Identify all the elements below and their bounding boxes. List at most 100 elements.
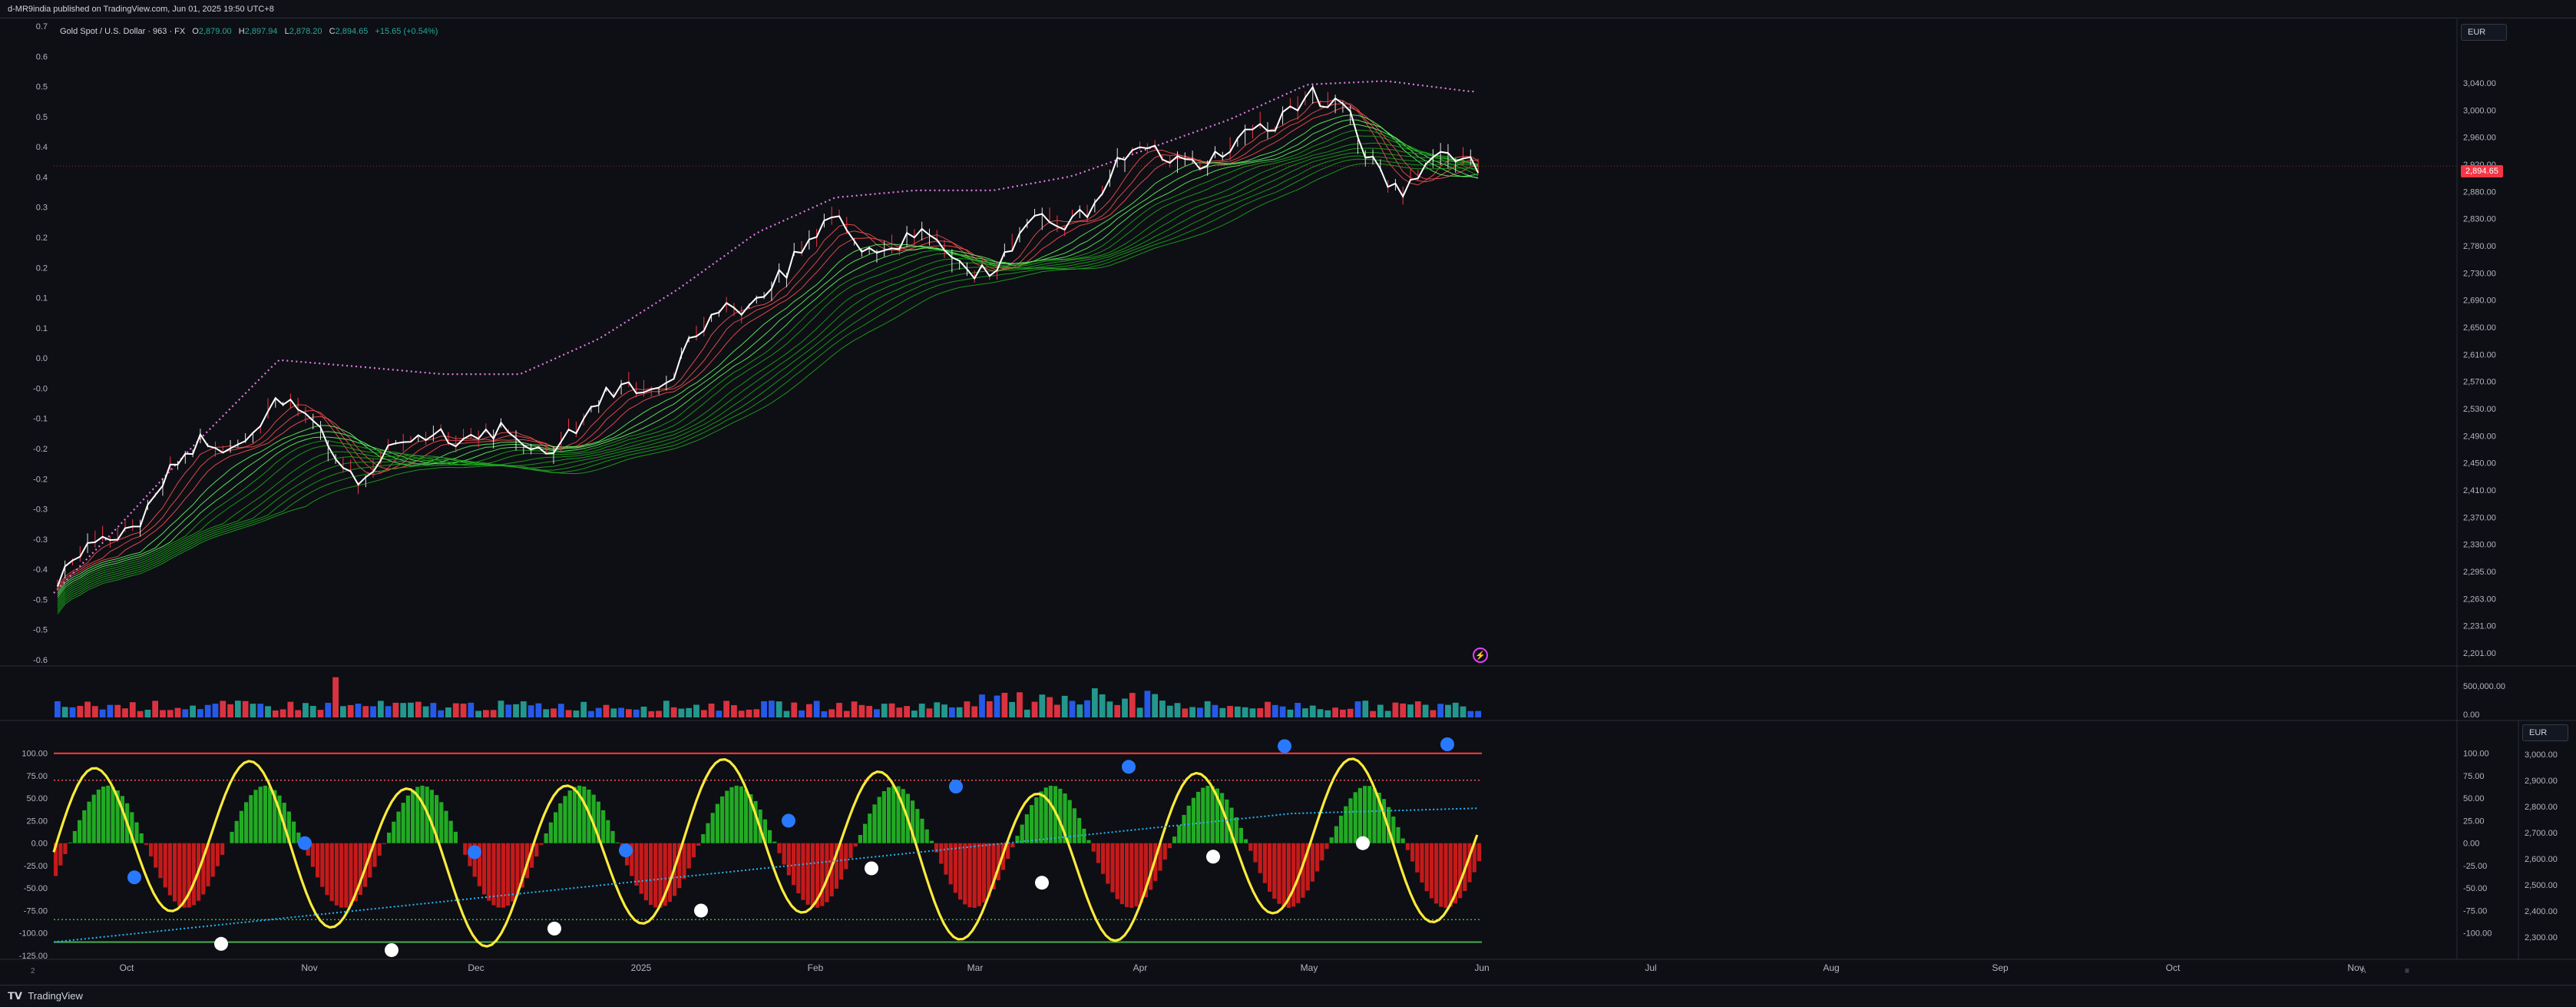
osc-right-tick: -50.00	[2463, 884, 2487, 893]
histogram-bar	[1177, 826, 1181, 843]
histogram-bar	[1129, 843, 1133, 908]
histogram-bar	[782, 843, 786, 865]
histogram-bar	[563, 796, 567, 843]
histogram-bar	[701, 834, 705, 843]
histogram-bar	[1272, 843, 1276, 899]
right-axis-tick: 2,295.00	[2463, 568, 2496, 577]
volume-bar	[310, 706, 316, 717]
histogram-bar	[1058, 789, 1062, 843]
left-axis-tick: 0.7	[36, 22, 48, 31]
right-axis-tick: 2,410.00	[2463, 486, 2496, 495]
histogram-bar	[744, 790, 748, 843]
histogram-bar	[158, 843, 162, 878]
volume-bar	[1272, 705, 1278, 717]
histogram-bar	[1268, 843, 1271, 892]
histogram-bar	[325, 843, 329, 895]
log-scale-icon[interactable]: ≡	[2405, 967, 2409, 976]
volume-bar	[806, 704, 812, 717]
volume-bar	[949, 707, 955, 717]
histogram-bar	[316, 843, 319, 878]
volume-bar	[1445, 705, 1451, 717]
histogram-bar	[554, 812, 557, 843]
histogram-bar	[140, 833, 144, 843]
osc-left-tick: -25.00	[24, 862, 48, 871]
sell-signal-dot	[385, 943, 398, 957]
right-axis-tick: 2,490.00	[2463, 432, 2496, 441]
symbol-legend: Gold Spot / U.S. Dollar · 963 · FX O2,87…	[60, 27, 438, 36]
osc-right-tick: 25.00	[2463, 817, 2485, 826]
histogram-bar	[1192, 798, 1195, 843]
volume-bar	[1227, 706, 1233, 717]
histogram-bar	[1253, 843, 1257, 863]
volume-bar	[1287, 710, 1293, 717]
volume-bar	[1377, 705, 1384, 717]
volume-bar	[1205, 701, 1211, 717]
histogram-bar	[1248, 843, 1252, 851]
osc-left-tick: -100.00	[19, 929, 48, 939]
volume-bar	[1032, 702, 1038, 717]
volume-bar	[1137, 707, 1143, 717]
volume-bar	[513, 704, 519, 717]
lightning-glyph: ⚡	[1475, 651, 1486, 661]
volume-bar	[701, 710, 707, 717]
change-value: +15.65 (+0.54%)	[375, 27, 438, 36]
histogram-bar	[696, 843, 700, 846]
histogram-bar	[244, 802, 248, 843]
histogram-bar	[1101, 843, 1105, 874]
osc-left-tick: -125.00	[19, 952, 48, 961]
histogram-bar	[501, 843, 505, 908]
volume-bar	[671, 707, 677, 717]
histogram-bar	[1439, 843, 1443, 907]
close-value: 2,894.65	[336, 27, 369, 36]
left-axis-tick: -0.1	[33, 415, 48, 424]
sell-signal-dot	[694, 903, 708, 917]
histogram-bar	[1211, 786, 1215, 843]
histogram-bar	[1348, 798, 1352, 843]
histogram-bar	[1134, 843, 1138, 906]
volume-axis-tick: 500,000.00	[2463, 682, 2505, 691]
histogram-bar	[872, 804, 876, 843]
high-value: 2,897.94	[245, 27, 278, 36]
histogram-bar	[1244, 840, 1248, 843]
last-price-flag: 2,894.65	[2461, 165, 2503, 177]
currency-selector-oscillator[interactable]: EUR	[2522, 724, 2568, 741]
histogram-bar	[801, 843, 805, 900]
left-axis-tick: -0.0	[33, 384, 48, 393]
osc-far-right-tick: 2,500.00	[2525, 881, 2558, 890]
volume-bar	[603, 705, 610, 717]
left-axis-tick: 0.1	[36, 324, 48, 333]
open-value: 2,879.00	[199, 27, 232, 36]
volume-bar	[430, 703, 436, 717]
volume-bar	[1340, 710, 1346, 717]
histogram-bar	[277, 796, 281, 843]
left-axis-tick: 0.1	[36, 294, 48, 303]
buy-signal-dot	[127, 870, 141, 884]
histogram-bar	[497, 843, 501, 908]
histogram-bar	[777, 843, 781, 853]
histogram-bar	[177, 843, 181, 906]
volume-bar	[152, 701, 158, 717]
volume-bar	[1400, 704, 1406, 717]
time-axis-tick: Feb	[808, 962, 824, 973]
buy-signal-dot	[782, 813, 795, 827]
volume-bar	[1001, 693, 1007, 717]
currency-selector[interactable]: EUR	[2461, 24, 2507, 41]
volume-bar	[332, 677, 339, 717]
histogram-bar	[63, 843, 67, 854]
volume-bar	[1039, 694, 1045, 717]
auto-scale-icon[interactable]: A	[2361, 967, 2366, 976]
volume-bar	[243, 701, 249, 717]
volume-bar	[1460, 707, 1467, 717]
buy-signal-dot	[1122, 760, 1136, 773]
chart-area[interactable]: 0.70.60.50.50.40.40.30.20.20.10.10.0-0.0…	[0, 18, 2576, 985]
volume-bar	[280, 709, 286, 717]
time-axis-tick: Oct	[120, 962, 134, 973]
volume-bar	[941, 704, 947, 717]
goto-left-icon[interactable]: 2	[31, 967, 35, 976]
volume-bar	[423, 707, 429, 717]
histogram-bar	[820, 843, 824, 906]
histogram-bar	[558, 803, 562, 843]
histogram-bar	[1311, 843, 1314, 882]
histogram-bar	[653, 843, 657, 908]
left-axis-tick: -0.3	[33, 535, 48, 545]
